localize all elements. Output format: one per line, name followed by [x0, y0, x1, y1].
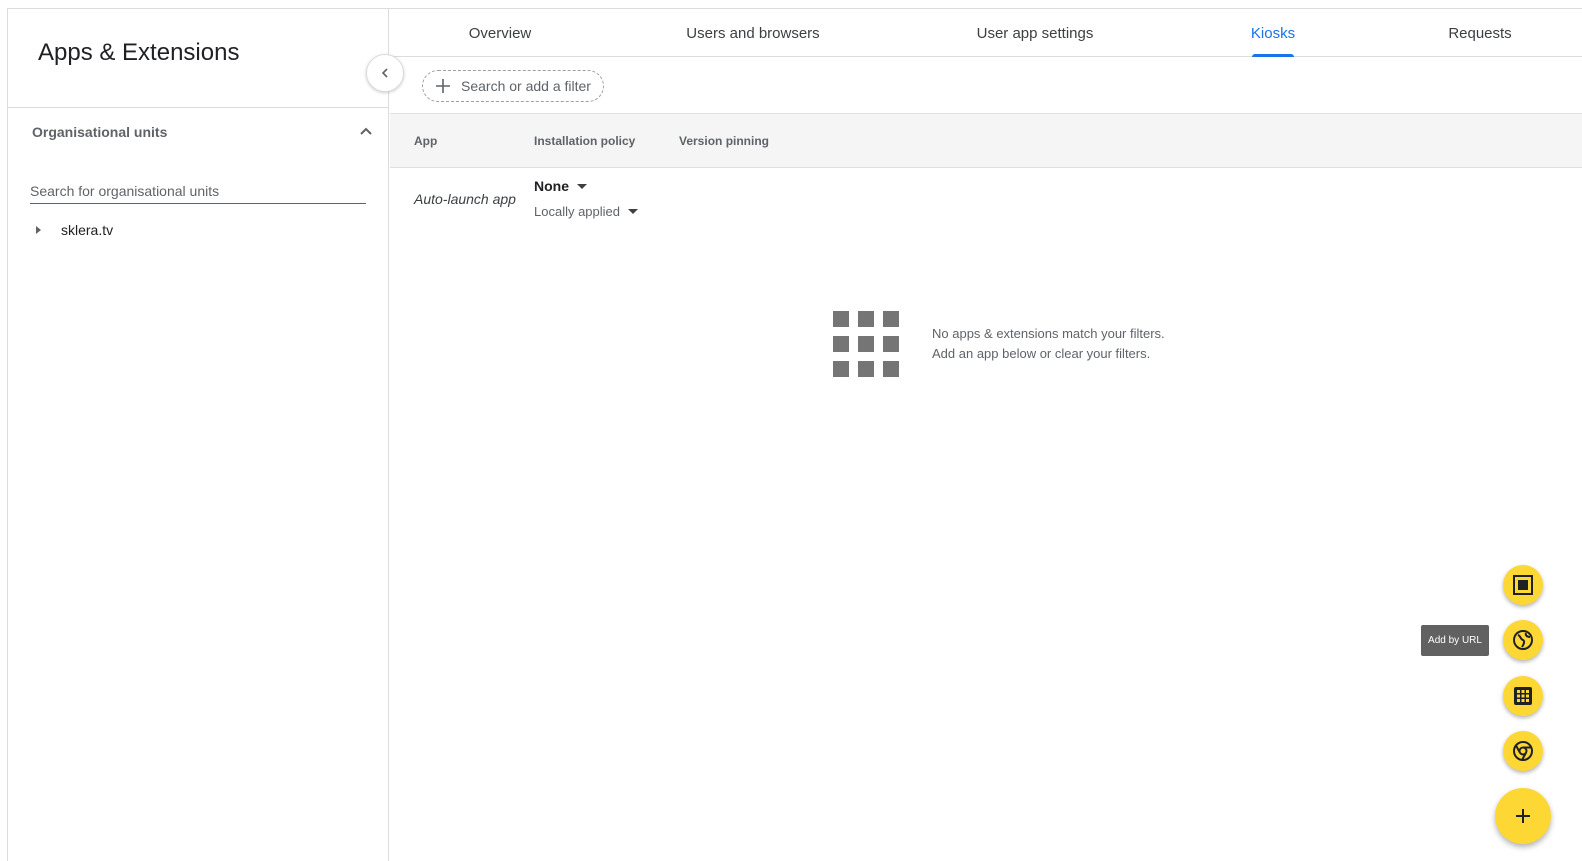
column-header-version-pinning[interactable]: Version pinning [679, 134, 769, 148]
empty-state-hint: Add an app below or clear your filters. [932, 346, 1151, 361]
chrome-icon [1513, 741, 1533, 761]
column-header-app[interactable]: App [414, 134, 437, 148]
add-by-url-button[interactable] [1503, 620, 1543, 660]
divider [8, 107, 389, 108]
org-units-search-input[interactable] [30, 179, 366, 204]
tab-label: Users and browsers [686, 24, 820, 42]
page-title: Apps & Extensions [38, 39, 240, 66]
caret-down-icon [628, 209, 639, 214]
tab-bar: Overview Users and browsers User app set… [390, 9, 1582, 57]
tooltip: Add by URL [1421, 625, 1489, 656]
tab-label: Overview [468, 24, 532, 42]
plus-icon [436, 79, 450, 93]
add-from-store-button[interactable] [1503, 676, 1543, 716]
auto-launch-label: Auto-launch app [414, 191, 516, 207]
plus-icon [1516, 809, 1530, 823]
tree-item-label: sklera.tv [61, 222, 114, 238]
kiosk-app-icon [1513, 575, 1533, 595]
policy-source-dropdown[interactable]: Locally applied [534, 204, 639, 219]
chevron-left-icon [381, 68, 388, 78]
policy-value: None [534, 178, 569, 194]
add-filter-button[interactable]: Search or add a filter [422, 70, 604, 102]
caret-right-icon[interactable] [36, 226, 41, 234]
org-units-header: Organisational units [32, 124, 168, 140]
caret-down-icon [577, 183, 587, 189]
globe-icon [1513, 630, 1533, 650]
policy-source: Locally applied [534, 204, 621, 219]
tab-user-app-settings[interactable]: User app settings [970, 9, 1100, 57]
tab-users-and-browsers[interactable]: Users and browsers [680, 9, 826, 57]
left-panel: Apps & Extensions Organisational units s… [8, 9, 389, 861]
tab-overview[interactable]: Overview [460, 9, 540, 57]
auto-launch-policy-dropdown[interactable]: None [534, 178, 587, 194]
add-kiosk-app-button[interactable] [1503, 565, 1543, 605]
tab-kiosks[interactable]: Kiosks [1245, 9, 1301, 57]
chevron-up-icon[interactable] [358, 123, 374, 139]
active-tab-indicator [1252, 54, 1294, 57]
filter-label: Search or add a filter [461, 78, 591, 94]
table-header: App Installation policy Version pinning [390, 113, 1582, 168]
add-app-button[interactable] [1495, 788, 1551, 844]
tab-requests[interactable]: Requests [1445, 9, 1515, 57]
add-chrome-app-button[interactable] [1503, 731, 1543, 771]
apps-grid-icon [1514, 687, 1532, 705]
tab-label: Requests [1448, 24, 1512, 42]
collapse-panel-button[interactable] [366, 54, 404, 92]
tab-label: Kiosks [1250, 24, 1296, 42]
tree-item-sklera[interactable]: sklera.tv [30, 221, 113, 239]
apps-grid-icon [833, 311, 899, 377]
column-header-installation-policy[interactable]: Installation policy [534, 134, 635, 148]
tab-label: User app settings [976, 24, 1094, 42]
empty-state-message: No apps & extensions match your filters. [932, 326, 1165, 341]
